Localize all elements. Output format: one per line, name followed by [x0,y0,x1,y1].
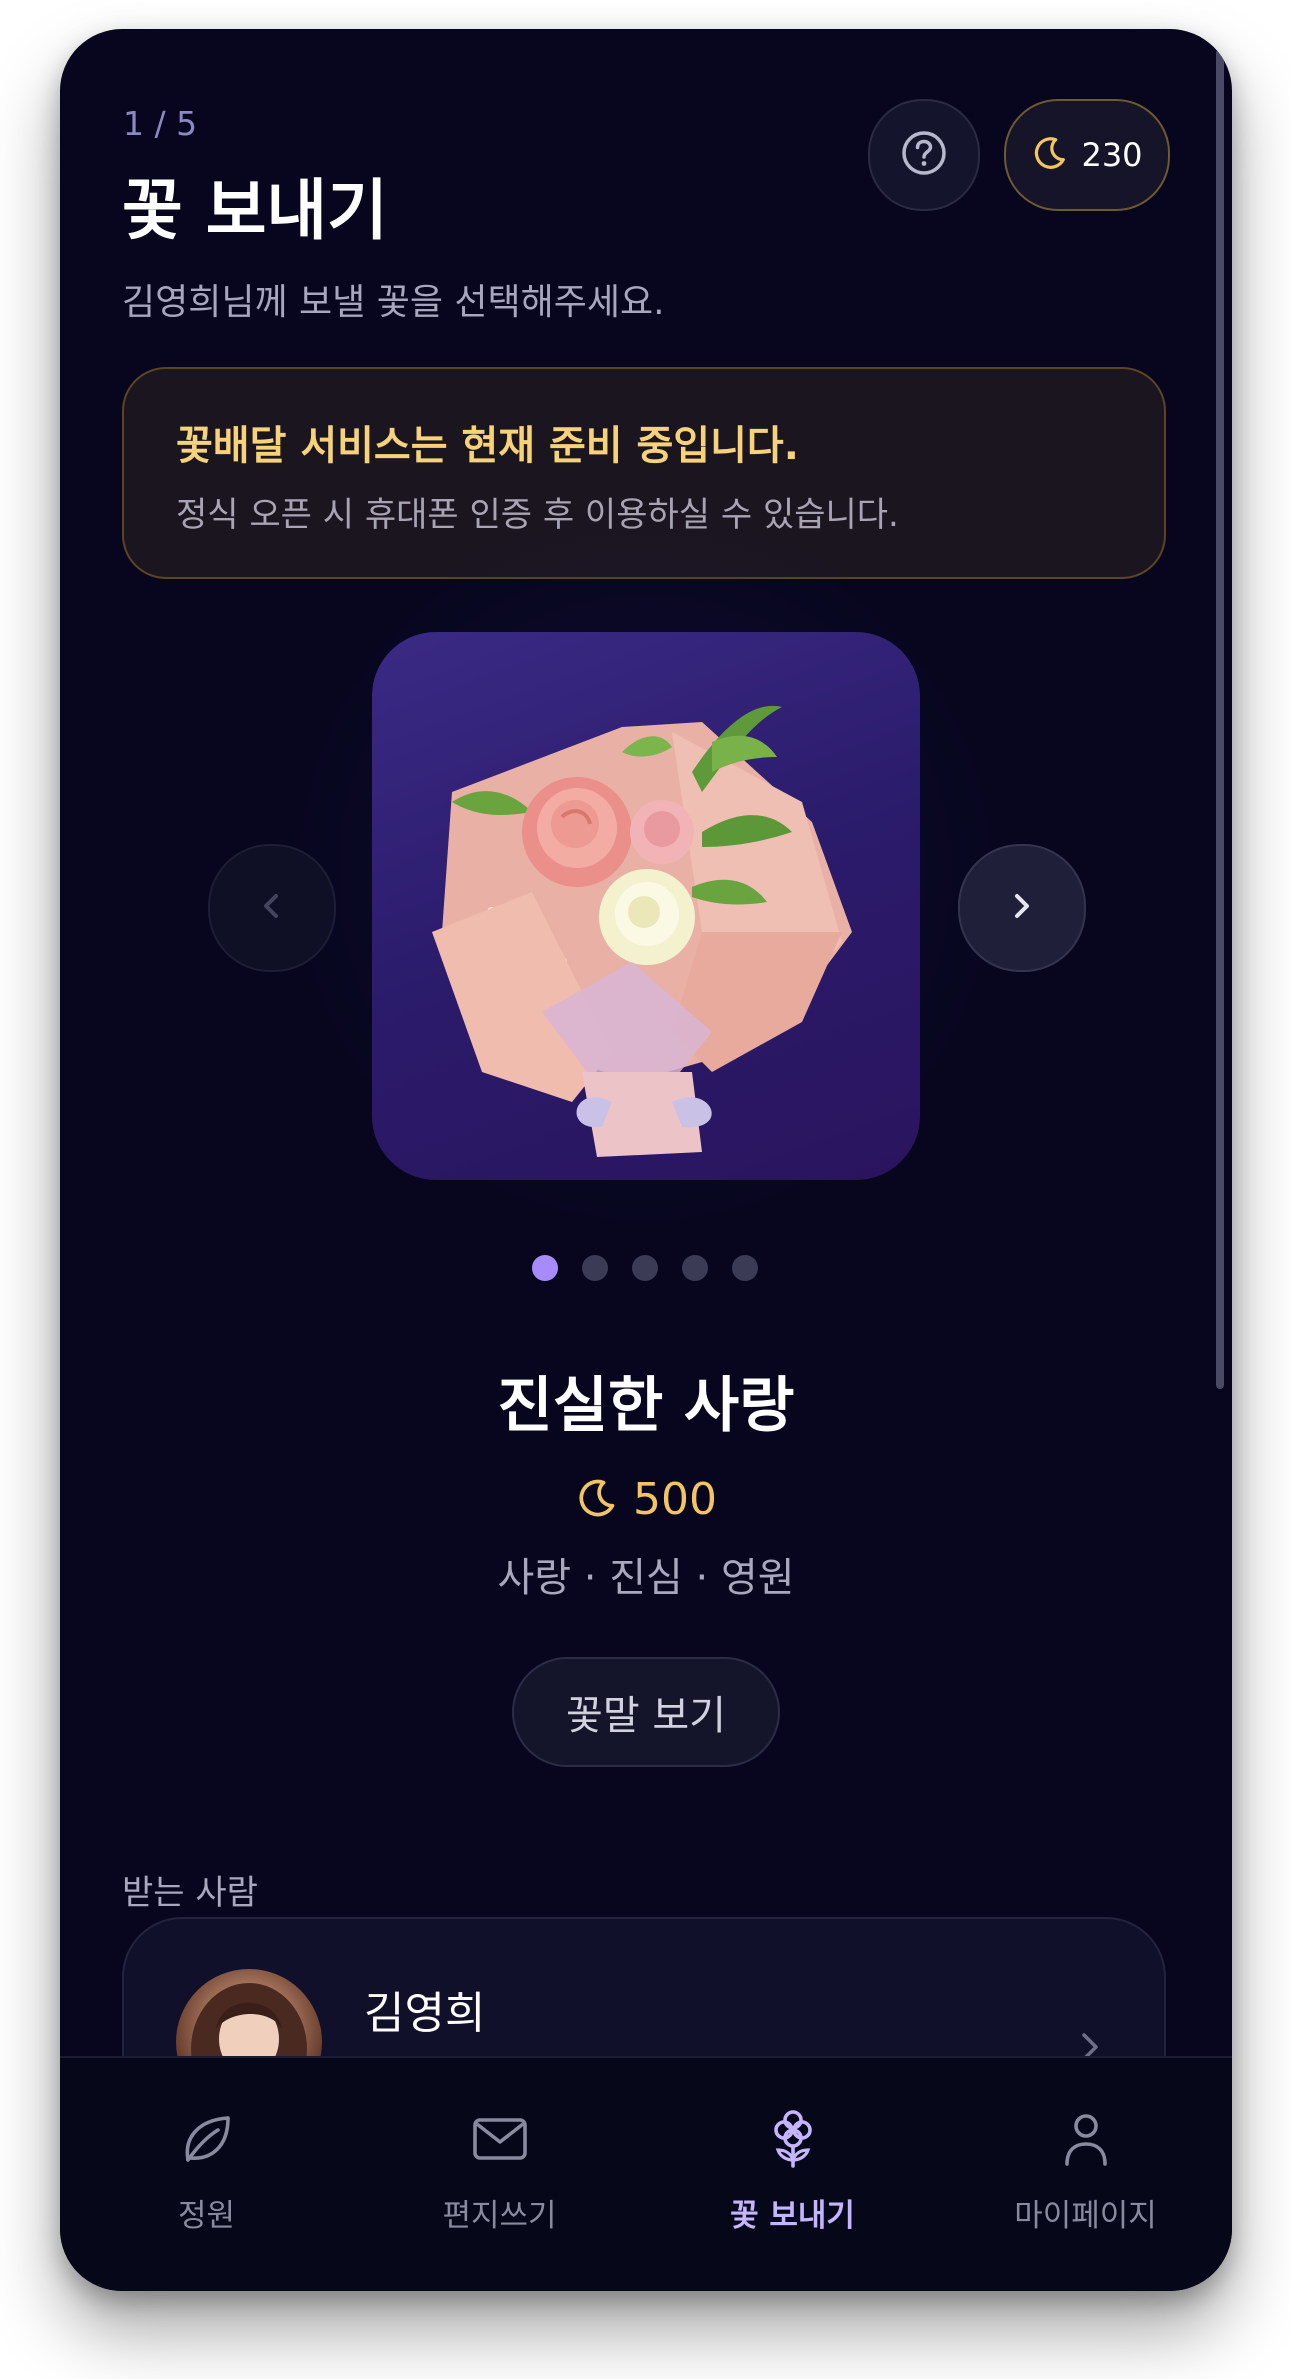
chevron-right-icon [1002,886,1042,930]
flower-name: 진실한 사랑 [497,1371,795,1441]
carousel-dot[interactable] [632,1255,658,1281]
tab-label: 편지쓰기 [442,2198,557,2234]
phone-screen: 1 / 5 꽃 보내기 김영희님께 보낼 꽃을 선택해주세요. 230 꽃배달 … [60,29,1232,2291]
tab-garden[interactable]: 정원 [60,2058,353,2291]
question-circle-icon [900,129,948,181]
tab-write-letter[interactable]: 편지쓰기 [353,2058,646,2291]
points-value: 230 [1081,136,1143,174]
recipient-label: 받는 사람 [122,1873,258,1913]
flower-meaning-button[interactable]: 꽃말 보기 [512,1657,780,1767]
notice-title: 꽃배달 서비스는 현재 준비 중입니다. [176,423,799,469]
carousel-dot[interactable] [732,1255,758,1281]
next-flower-button[interactable] [958,844,1086,972]
page-subtitle: 김영희님께 보낼 꽃을 선택해주세요. [122,282,665,323]
moon-icon [575,1476,619,1524]
flower-icon [646,2108,939,2170]
recipient-name: 김영희 [364,1988,486,2039]
carousel-dot[interactable] [532,1255,558,1281]
price-value: 500 [633,1474,717,1525]
carousel-dots [532,1255,758,1281]
prev-flower-button[interactable] [208,844,336,972]
step-indicator: 1 / 5 [123,104,198,143]
bottom-tab-bar: 정원 편지쓰기 꽃 보내기 마이페이지 [60,2056,1232,2291]
page-title: 꽃 보내기 [122,172,388,249]
chevron-left-icon [252,886,292,930]
tab-label: 꽃 보내기 [730,2198,855,2234]
flower-card[interactable] [372,632,920,1180]
bouquet-image [432,705,852,1157]
tab-my-page[interactable]: 마이페이지 [939,2058,1232,2291]
points-balance[interactable]: 230 [1004,99,1170,211]
mail-icon [353,2108,646,2170]
scrollbar[interactable] [1216,49,1224,1389]
flower-tags: 사랑 · 진심 · 영원 [497,1555,795,1601]
user-icon [939,2108,1232,2170]
carousel-dot[interactable] [682,1255,708,1281]
help-button[interactable] [868,99,980,211]
flower-price: 500 [60,1474,1232,1525]
carousel-dot[interactable] [582,1255,608,1281]
tab-label: 마이페이지 [1014,2198,1157,2234]
tab-label: 정원 [177,2198,236,2234]
moon-icon [1031,134,1069,176]
tab-send-flower[interactable]: 꽃 보내기 [646,2058,939,2291]
leaf-icon [60,2108,353,2170]
